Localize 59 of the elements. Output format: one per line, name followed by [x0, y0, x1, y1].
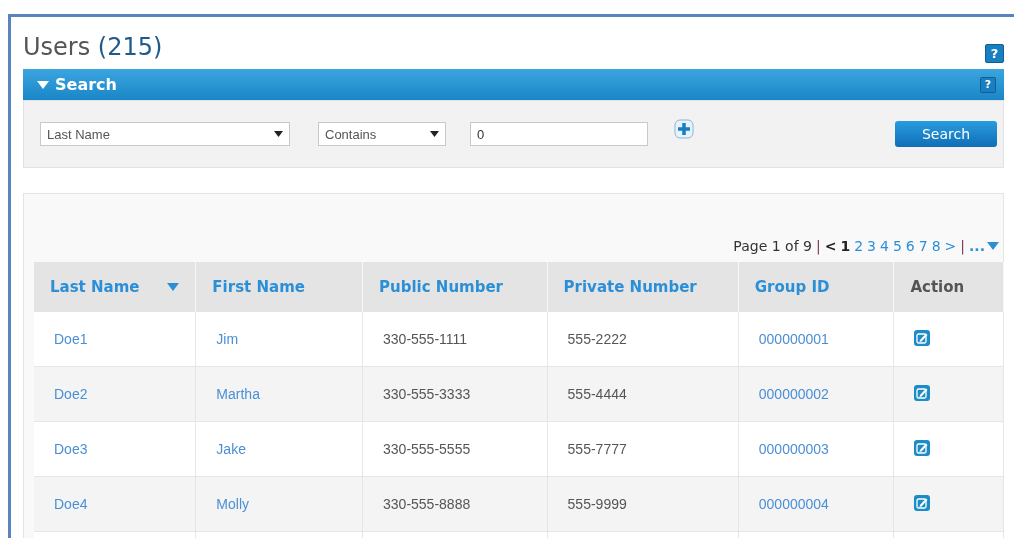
search-value-field[interactable]: 0: [470, 122, 648, 146]
column-header[interactable]: Last Name: [34, 262, 196, 312]
more-pages-menu[interactable]: ...: [969, 238, 999, 254]
field-dropdown[interactable]: Last Name: [40, 122, 290, 146]
search-button[interactable]: Search: [895, 121, 997, 147]
page-link[interactable]: 2: [854, 238, 864, 254]
column-header: Action: [893, 262, 1004, 312]
table-link[interactable]: Doe2: [54, 386, 88, 402]
page-link[interactable]: 4: [879, 238, 889, 254]
help-button[interactable]: ?: [980, 76, 996, 93]
table-cell: 330-555-1111: [383, 331, 468, 347]
pager-separator: |: [960, 238, 966, 254]
table-link[interactable]: 000000001: [758, 331, 829, 347]
column-header[interactable]: Private Number: [547, 262, 739, 312]
table-link[interactable]: Martha: [216, 386, 260, 402]
next-page-link[interactable]: >: [944, 238, 957, 254]
table-link[interactable]: 000000004: [758, 496, 829, 512]
caret-down-icon[interactable]: [987, 242, 999, 250]
edit-icon[interactable]: [914, 329, 931, 346]
pager-separator: |: [815, 238, 821, 254]
page-link[interactable]: 6: [905, 238, 915, 254]
table-cell: 555-2222: [567, 331, 627, 347]
help-button[interactable]: ?: [985, 44, 1004, 63]
table-cell: 555-7777: [567, 441, 627, 457]
page-indicator: Page 1 of 9: [733, 238, 812, 254]
operator-dropdown[interactable]: Contains: [318, 122, 446, 146]
page-title: Users (215): [23, 33, 163, 61]
table-link[interactable]: 000000002: [758, 386, 829, 402]
column-header[interactable]: Public Number: [362, 262, 548, 312]
page-link[interactable]: 5: [892, 238, 902, 254]
table-cell: 330-555-5555: [383, 441, 471, 457]
column-header[interactable]: Group ID: [738, 262, 894, 312]
table-link[interactable]: 000000003: [758, 441, 829, 457]
table-cell: 330-555-3333: [383, 386, 471, 402]
collapse-triangle-icon: [37, 79, 49, 90]
previous-page-link[interactable]: <: [824, 238, 837, 254]
add-plus-icon[interactable]: [674, 119, 694, 139]
user-count: (215): [97, 33, 163, 61]
sort-arrow-icon[interactable]: [167, 283, 180, 291]
table-link[interactable]: Jake: [216, 441, 246, 457]
edit-icon[interactable]: [914, 494, 931, 511]
table-cell: 330-555-8888: [383, 496, 471, 512]
column-header[interactable]: First Name: [195, 262, 363, 312]
edit-icon[interactable]: [914, 439, 931, 456]
table-link[interactable]: Doe4: [54, 496, 88, 512]
page-link[interactable]: 7: [918, 238, 928, 254]
dropdown-caret-icon[interactable]: [430, 131, 439, 137]
page-link[interactable]: 3: [867, 238, 876, 254]
page-link[interactable]: 1: [840, 238, 851, 254]
search-toggle[interactable]: Search: [37, 75, 117, 94]
table-cell: 555-4444: [567, 386, 627, 402]
dropdown-caret-icon[interactable]: [274, 131, 283, 137]
table-link[interactable]: Doe1: [54, 331, 88, 347]
table-link[interactable]: Molly: [216, 496, 249, 512]
page-link[interactable]: 8: [931, 238, 941, 254]
table-cell: 555-9999: [567, 496, 627, 512]
edit-icon[interactable]: [914, 384, 931, 401]
table-link[interactable]: Jim: [216, 331, 239, 347]
table-link[interactable]: Doe3: [54, 441, 88, 457]
